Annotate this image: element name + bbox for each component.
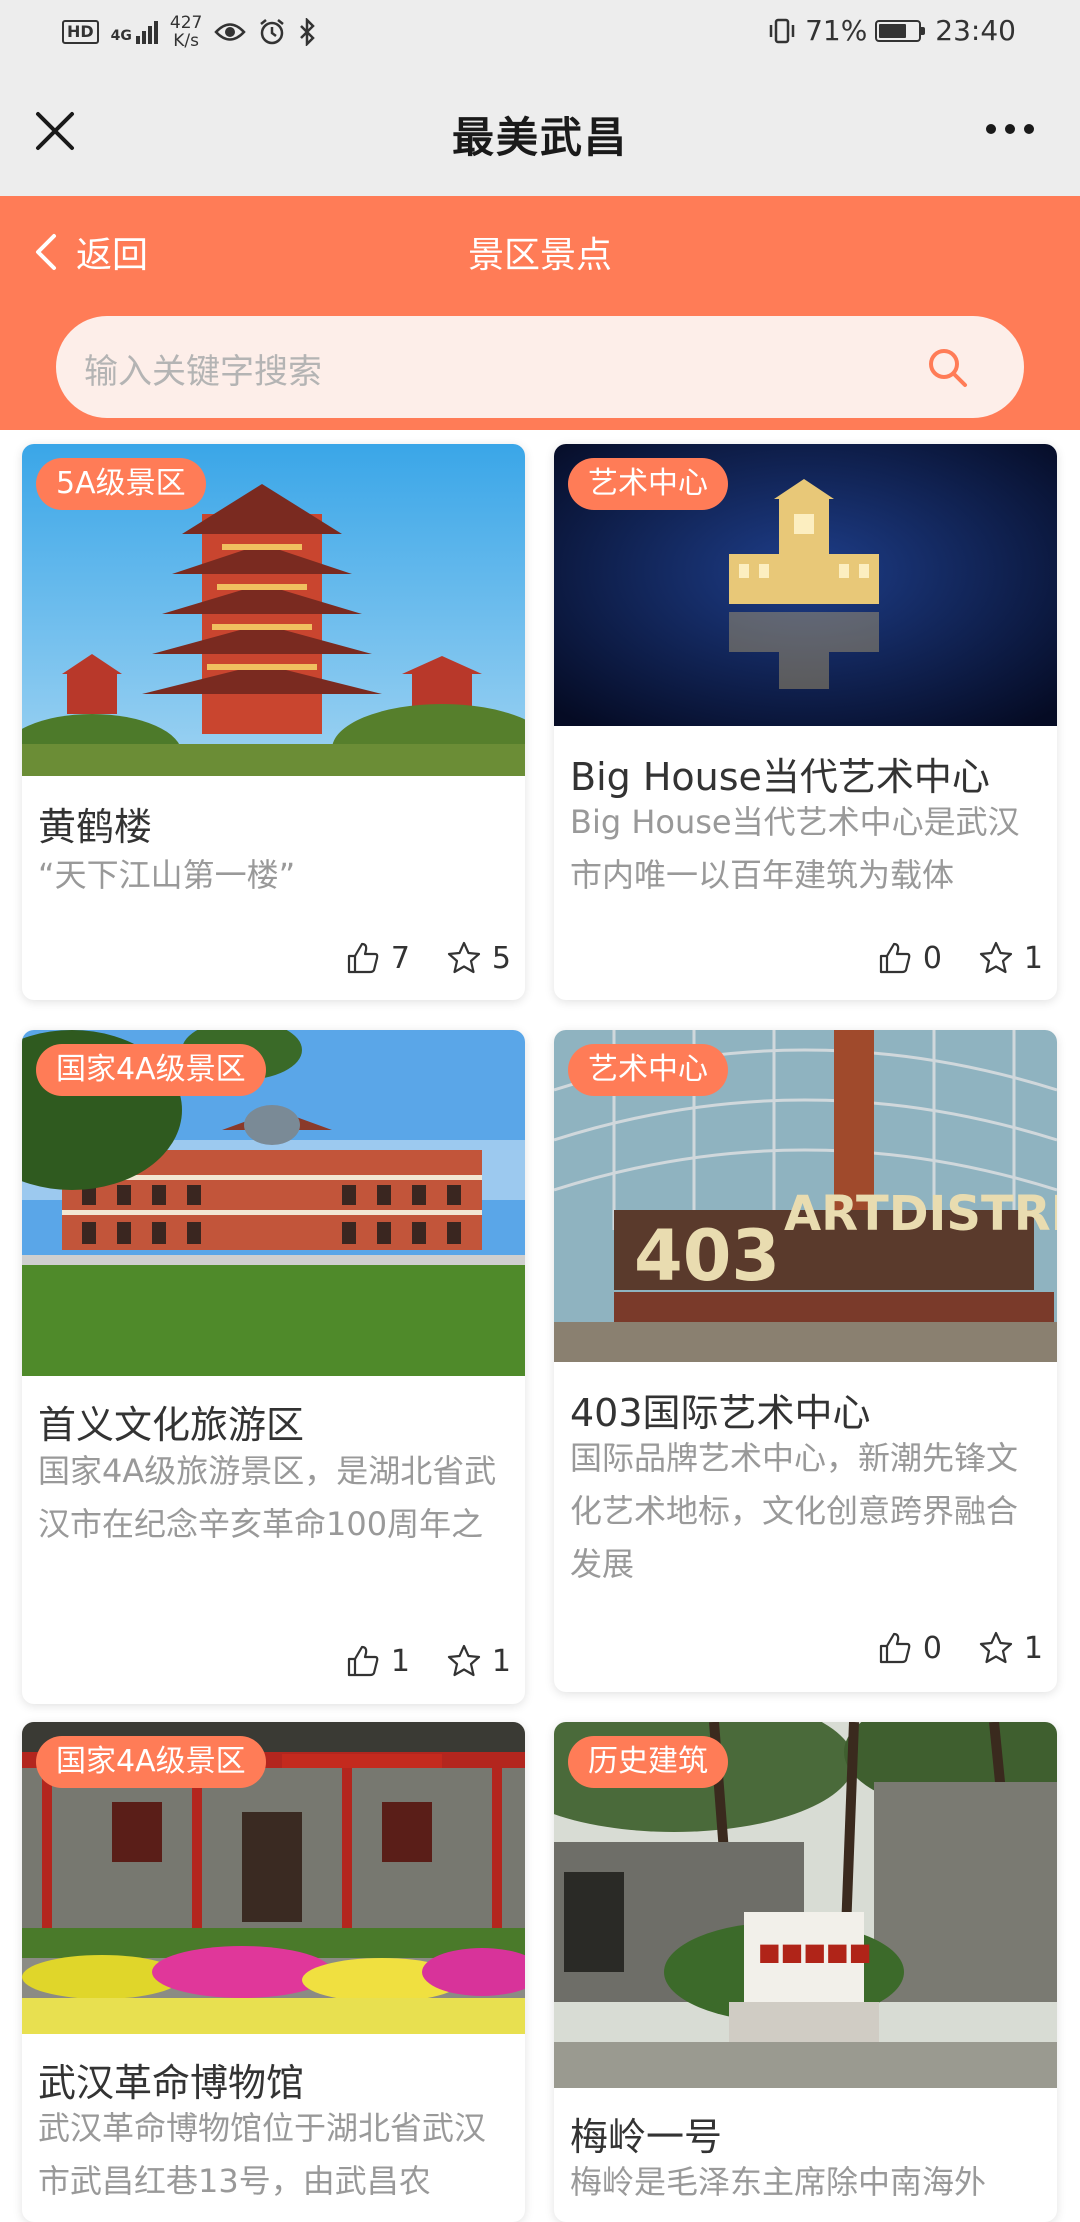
attraction-description: 国际品牌艺术中心，新潮先锋文化艺术地标，文化创意跨界融合发展 [570, 1439, 1019, 1583]
attraction-title: 梅岭一号 [570, 2115, 723, 2159]
attraction-photo: 5A级景区 [22, 444, 525, 776]
like-icon[interactable] [877, 940, 913, 976]
attraction-photo: 国家4A级景区 [22, 1722, 525, 2034]
star-count: 5 [491, 940, 511, 976]
like-icon[interactable] [345, 940, 381, 976]
attraction-photo: 国家4A级景区 [22, 1030, 525, 1376]
battery-icon [875, 19, 926, 42]
alarm-icon [260, 19, 285, 45]
search-input[interactable]: 输入关键字搜索 [84, 344, 322, 393]
attraction-card[interactable]: ■■■■■ 历史建筑 梅岭一号 梅岭是毛泽东主席除中南海外 [554, 1722, 1057, 2222]
like-count: 7 [390, 940, 410, 976]
like-count: 1 [390, 1643, 410, 1679]
attraction-title: 武汉革命博物馆 [38, 2061, 305, 2105]
category-tag: 国家4A级景区 [36, 1736, 266, 1788]
attraction-title: 黄鹤楼 [38, 805, 153, 849]
attraction-description: Big House当代艺术中心是武汉市内唯一以百年建筑为载体 [570, 803, 1020, 894]
more-menu-icon[interactable] [986, 114, 1046, 144]
speed-unit: K/s [173, 31, 199, 51]
network-speed: 427 K/s [170, 14, 202, 50]
attraction-photo: 403 ARTDISTRICT 艺术中心 [554, 1030, 1057, 1362]
search-icon[interactable] [926, 346, 970, 390]
like-count: 0 [922, 940, 942, 976]
search-bar[interactable]: 输入关键字搜索 [56, 316, 1024, 418]
category-tag: 艺术中心 [568, 1044, 728, 1096]
card-stats: 0 1 [877, 1630, 1043, 1666]
like-icon[interactable] [345, 1643, 381, 1679]
wechat-navbar: 最美武昌 [0, 66, 1080, 196]
attraction-description: 国家4A级旅游景区，是湖北省武汉市在纪念辛亥革命100周年之 [38, 1452, 497, 1543]
page-title: 最美武昌 [451, 113, 628, 162]
attraction-title: 首义文化旅游区 [38, 1403, 305, 1447]
svg-text:■■■■■: ■■■■■ [758, 1938, 871, 1966]
attraction-title: 403国际艺术中心 [570, 1391, 871, 1435]
attraction-card[interactable]: 403 ARTDISTRICT 艺术中心 403国际艺术中心 国际品牌艺术中心，… [554, 1030, 1057, 1692]
star-icon[interactable] [978, 1630, 1014, 1666]
attraction-card[interactable]: 5A级景区 黄鹤楼 “天下江山第一楼” 7 5 [22, 444, 525, 1000]
attraction-description: 梅岭是毛泽东主席除中南海外 [570, 2163, 987, 2201]
speed-value: 427 [169, 13, 203, 33]
status-bar: HD 4G 427 K/s 71% 23:40 [0, 0, 1080, 66]
attraction-card[interactable]: 国家4A级景区 武汉革命博物馆 武汉革命博物馆位于湖北省武汉市武昌红巷13号，由… [22, 1722, 525, 2222]
clock: 23:40 [935, 14, 1016, 47]
bluetooth-icon [300, 18, 316, 46]
attraction-photo: ■■■■■ 历史建筑 [554, 1722, 1057, 2088]
section-title: 景区景点 [467, 235, 612, 276]
card-stats: 7 5 [345, 940, 511, 976]
star-count: 1 [1023, 940, 1043, 976]
battery-percent: 71% [805, 14, 868, 47]
signal-icon: 4G [110, 20, 158, 44]
attraction-card[interactable]: 艺术中心 Big House当代艺术中心 Big House当代艺术中心是武汉市… [554, 444, 1057, 1000]
scenic-header: 返回 景区景点 输入关键字搜索 [0, 196, 1080, 430]
vibrate-icon [769, 18, 795, 43]
card-stats: 1 1 [345, 1643, 511, 1679]
attraction-description: 武汉革命博物馆位于湖北省武汉市武昌红巷13号，由武昌农 [38, 2109, 487, 2200]
star-count: 1 [1023, 1630, 1043, 1666]
star-icon[interactable] [978, 940, 1014, 976]
attraction-photo: 艺术中心 [554, 444, 1057, 726]
eye-icon [214, 23, 247, 41]
card-stats: 0 1 [877, 940, 1043, 976]
attraction-description: “天下江山第一楼” [38, 856, 296, 894]
hd-indicator: HD [62, 20, 99, 44]
attraction-card[interactable]: 国家4A级景区 首义文化旅游区 国家4A级旅游景区，是湖北省武汉市在纪念辛亥革命… [22, 1030, 525, 1704]
network-type: 4G [110, 27, 132, 44]
like-icon[interactable] [877, 1630, 913, 1666]
star-count: 1 [491, 1643, 511, 1679]
svg-text:ARTDISTRICT: ARTDISTRICT [784, 1186, 1057, 1242]
category-tag: 5A级景区 [36, 458, 206, 510]
category-tag: 艺术中心 [568, 458, 728, 510]
attraction-title: Big House当代艺术中心 [570, 755, 990, 799]
category-tag: 历史建筑 [568, 1736, 728, 1788]
like-count: 0 [922, 1630, 942, 1666]
category-tag: 国家4A级景区 [36, 1044, 266, 1096]
svg-text:403: 403 [634, 1215, 780, 1297]
star-icon[interactable] [446, 1643, 482, 1679]
star-icon[interactable] [446, 940, 482, 976]
